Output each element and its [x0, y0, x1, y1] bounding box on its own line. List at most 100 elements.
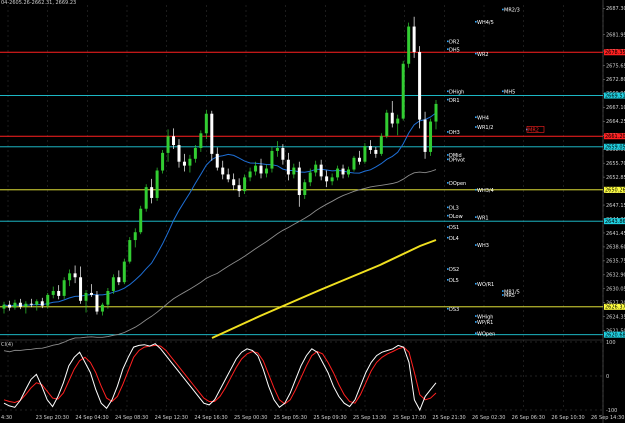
- annotation-label: WOpen: [477, 331, 495, 337]
- candle-body: [254, 165, 258, 172]
- candle-body: [407, 26, 411, 64]
- osc-tick-label: 100: [606, 340, 616, 346]
- candle-body: [24, 303, 28, 307]
- annotation-label: WO/R1: [477, 282, 494, 288]
- candle-body: [13, 302, 17, 308]
- price-tick-label: 2652.85: [606, 175, 625, 181]
- price-tick-label: 2647.15: [606, 203, 625, 209]
- candle-body: [177, 145, 181, 162]
- candle-body: [150, 187, 154, 198]
- candle-body: [40, 301, 44, 306]
- price-chart[interactable]: WH4/5 MR2/3 DR2DH5 WR2 DHigh MH5 DR1 WH4 WR1/2 MR…: [0, 0, 625, 423]
- time-tick-label: 25 Sep 05:30: [274, 415, 307, 421]
- candle-body: [57, 290, 61, 296]
- candle-body: [221, 167, 225, 175]
- annotation-label: DS2: [449, 267, 459, 273]
- price-tick-label: 2655.70: [606, 161, 625, 167]
- candle-body: [117, 277, 121, 283]
- annotation-label: DH5: [449, 47, 460, 53]
- candle-body: [18, 302, 22, 307]
- annotation-label: WH3/4: [477, 188, 494, 194]
- candle-body: [314, 164, 318, 173]
- time-tick-label: 24 Sep 04:30: [75, 415, 108, 421]
- candle-body: [352, 157, 356, 170]
- annotation-label: DOpen: [449, 181, 466, 187]
- price-tick-label: 2624.35: [606, 314, 625, 320]
- candle-body: [122, 261, 126, 283]
- candle-body: [319, 164, 323, 177]
- price-tick-label: 2641.45: [606, 231, 625, 237]
- candle-body: [84, 292, 88, 301]
- oscillator-label: CI(4): [1, 342, 14, 348]
- annotation-label: DS1: [449, 225, 459, 231]
- candle-body: [336, 168, 340, 178]
- candle-body: [161, 152, 165, 171]
- price-tick-label: 2681.95: [606, 32, 625, 38]
- time-tick-label: 24 Sep 08:30: [115, 415, 148, 421]
- annotation-label: DS3: [449, 307, 459, 313]
- annotation-label: DPivot: [449, 158, 465, 164]
- candle-body: [259, 165, 263, 174]
- annotation-label: MR5: [504, 293, 515, 299]
- annotation-label: WH4/5: [477, 20, 494, 26]
- candle-body: [237, 185, 241, 192]
- candle-body: [89, 292, 93, 295]
- annotation-label: DR1: [449, 98, 460, 104]
- candle-body: [199, 133, 203, 148]
- annotation-label: WR1: [477, 215, 489, 221]
- time-tick-label: 26 Sep 10:30: [551, 415, 584, 421]
- price-tick-label: 2687.30: [606, 6, 625, 12]
- candle-body: [401, 63, 405, 119]
- price-marker-label: 2669.51: [605, 93, 625, 99]
- time-tick-label: 24 Sep 16:30: [194, 415, 227, 421]
- price-marker-label: 2626.37: [605, 305, 625, 311]
- annotation-label: MH5: [504, 89, 515, 95]
- price-marker-label: 2678.35: [605, 50, 625, 56]
- candle-body: [292, 167, 296, 175]
- candle-body: [275, 147, 279, 151]
- candle-body: [357, 157, 361, 162]
- annotation-label: DR2: [449, 40, 460, 46]
- candle-body: [226, 174, 230, 180]
- candle-body: [330, 177, 334, 182]
- price-marker-label: 2650.26: [605, 188, 625, 194]
- annotation-label: DLow: [449, 214, 463, 220]
- chart-background: [0, 0, 625, 423]
- time-tick-label: 26 Sep 06:30: [512, 415, 545, 421]
- candle-body: [172, 136, 176, 146]
- candle-body: [248, 171, 252, 178]
- candle-body: [51, 290, 55, 295]
- osc-tick-label: -100: [606, 408, 617, 414]
- candle-body: [243, 177, 247, 192]
- time-tick-label: 26 Sep 02:30: [472, 415, 505, 421]
- candle-body: [166, 136, 170, 153]
- annotation-label: WR1/2: [477, 125, 493, 131]
- symbol-info: 04-2605.26-2662.31, 2669.23: [1, 0, 77, 6]
- price-marker-label: 2661.20: [605, 134, 625, 140]
- candle-body: [347, 169, 351, 175]
- candle-body: [106, 290, 110, 305]
- price-tick-label: 2664.25: [606, 119, 625, 125]
- annotation-label: WR2: [477, 52, 489, 58]
- candle-body: [418, 52, 422, 120]
- annotation-label: MR2/3: [504, 8, 520, 14]
- price-tick-label: 2632.90: [606, 273, 625, 279]
- price-tick-label: 2675.65: [606, 63, 625, 69]
- candle-body: [155, 170, 159, 198]
- time-tick-label: 26 Sep 14:30: [591, 415, 624, 421]
- price-tick-label: 2672.80: [606, 77, 625, 83]
- candle-body: [193, 147, 197, 159]
- price-marker-label: 2643.86: [605, 219, 625, 225]
- candle-body: [297, 167, 301, 196]
- candle-body: [204, 113, 208, 134]
- candle-body: [412, 26, 416, 53]
- candle-body: [62, 280, 66, 296]
- candle-body: [325, 176, 329, 182]
- candle-body: [210, 113, 214, 154]
- time-axis[interactable]: 4:30 23 Sep 20:30 24 Sep 04:30 24 Sep 08:30…: [1, 415, 624, 421]
- candle-body: [429, 121, 433, 152]
- candle-body: [7, 304, 11, 308]
- candle-body: [29, 303, 33, 305]
- candle-body: [46, 294, 50, 306]
- candle-body: [368, 146, 372, 150]
